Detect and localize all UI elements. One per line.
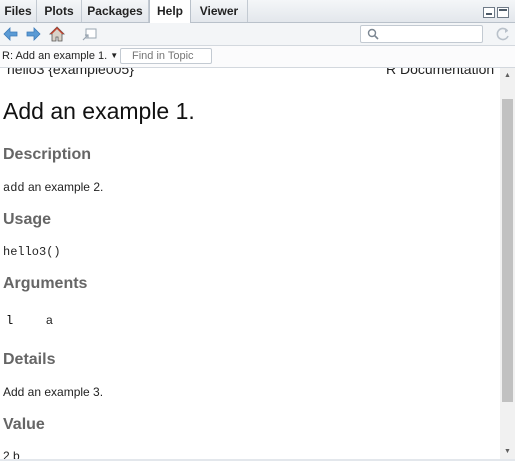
doc-source-label: R Documentation <box>386 68 495 77</box>
scroll-up-arrow-icon[interactable]: ▲ <box>500 68 515 84</box>
home-icon[interactable] <box>49 26 65 42</box>
pane-tabbar: Files Plots Packages Help Viewer <box>0 0 515 23</box>
details-heading: Details <box>3 351 56 368</box>
value-heading: Value <box>3 416 45 433</box>
doc-topic-id: hello3 {example005} <box>7 68 134 77</box>
search-icon <box>367 28 379 40</box>
argument-description: a <box>46 313 53 327</box>
topic-dropdown[interactable]: R: Add an example 1. ▼ <box>2 49 118 63</box>
maximize-pane-button[interactable] <box>497 7 509 18</box>
usage-code: hello3() <box>3 245 61 259</box>
tab-plots[interactable]: Plots <box>37 0 82 22</box>
scroll-down-arrow-icon[interactable]: ▼ <box>500 444 515 460</box>
details-text: Add an example 3. <box>3 385 104 399</box>
tab-help[interactable]: Help <box>149 0 191 23</box>
usage-heading: Usage <box>3 211 52 228</box>
description-heading: Description <box>3 146 92 163</box>
back-arrow-icon[interactable] <box>3 26 19 42</box>
minimize-pane-button[interactable] <box>483 7 495 18</box>
description-text: add an example 2. <box>3 180 103 195</box>
scrollbar-thumb[interactable] <box>502 99 513 402</box>
topic-dropdown-label: R: Add an example 1. <box>2 50 108 62</box>
topic-subbar: R: Add an example 1. ▼ <box>0 46 515 68</box>
tab-packages[interactable]: Packages <box>82 0 149 22</box>
vertical-scrollbar[interactable]: ▲ ▼ <box>500 68 515 460</box>
window-controls <box>481 5 509 23</box>
help-document: hello3 {example005} R Documentation Add … <box>0 68 500 460</box>
forward-arrow-icon[interactable] <box>25 26 41 42</box>
page-title: Add an example 1. <box>3 98 195 124</box>
find-in-topic-input[interactable] <box>120 48 212 64</box>
chevron-down-icon: ▼ <box>110 51 119 60</box>
argument-name: l <box>6 314 14 328</box>
refresh-icon[interactable] <box>495 26 511 42</box>
tab-files[interactable]: Files <box>0 0 37 22</box>
tab-viewer[interactable]: Viewer <box>191 0 248 22</box>
arguments-heading: Arguments <box>3 275 88 292</box>
help-toolbar <box>0 23 515 46</box>
description-body: an example 2. <box>24 180 104 194</box>
help-search-input[interactable] <box>360 25 483 43</box>
description-code: add <box>3 181 25 195</box>
open-in-window-icon[interactable] <box>81 26 97 42</box>
